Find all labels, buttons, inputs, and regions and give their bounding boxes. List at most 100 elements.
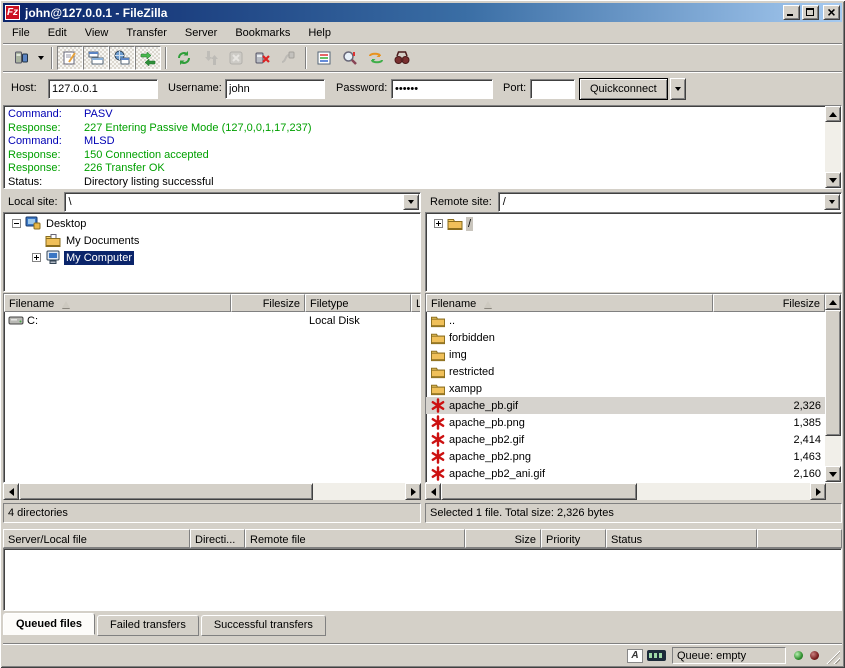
password-input[interactable]	[391, 79, 493, 99]
scroll-up-icon	[829, 300, 837, 305]
reconnect-button[interactable]	[275, 46, 301, 70]
local-site-label: Local site:	[3, 196, 64, 208]
directory-listing-filters-button[interactable]	[311, 46, 337, 70]
collapse-icon[interactable]	[12, 219, 21, 228]
menu-item[interactable]: Bookmarks	[226, 25, 299, 41]
menu-item[interactable]: View	[76, 25, 118, 41]
refresh-button[interactable]	[171, 46, 197, 70]
log-line-text: 226 Transfer OK	[84, 162, 165, 176]
host-input[interactable]	[48, 79, 158, 99]
column-header-filename[interactable]: Filename	[426, 294, 713, 312]
username-input[interactable]	[225, 79, 325, 99]
column-header-status[interactable]: Status	[606, 529, 757, 548]
close-icon	[824, 6, 839, 19]
process-queue-button[interactable]	[197, 46, 223, 70]
local-list-hscrollbar[interactable]	[3, 483, 421, 500]
scroll-left-icon	[9, 488, 14, 496]
site-manager-icon	[13, 50, 30, 66]
sort-ascending-icon	[62, 301, 70, 308]
toggle-remote-tree-button[interactable]	[109, 46, 135, 70]
menu-item[interactable]: Transfer	[117, 25, 176, 41]
remote-file-row[interactable]: apache_pb.png 1,385	[426, 414, 841, 431]
remote-file-row[interactable]: xampp	[426, 380, 841, 397]
scrollbar-thumb[interactable]	[825, 310, 841, 436]
remote-file-row[interactable]: forbidden	[426, 329, 841, 346]
log-scrollbar[interactable]	[825, 106, 841, 188]
cancel-operation-button[interactable]	[223, 46, 249, 70]
remote-file-row[interactable]: ..	[426, 312, 841, 329]
log-line: Response: 227 Entering Passive Mode (127…	[4, 122, 841, 136]
local-site-combo-dropdown[interactable]	[403, 194, 419, 210]
file-name: C:	[27, 315, 38, 327]
queue-tab[interactable]: Queued files	[3, 613, 95, 635]
local-file-row[interactable]: C: Local Disk	[4, 312, 420, 329]
queue-tab[interactable]: Failed transfers	[97, 615, 199, 636]
remote-file-row[interactable]: restricted	[426, 363, 841, 380]
remote-file-row[interactable]: apache_pb2.png 1,463	[426, 448, 841, 465]
disconnect-button[interactable]	[249, 46, 275, 70]
remote-file-row[interactable]: img	[426, 346, 841, 363]
file-name: apache_pb2_ani.gif	[449, 468, 545, 480]
log-line: Response: 226 Transfer OK	[4, 162, 841, 176]
column-header-remote-file[interactable]: Remote file	[245, 529, 465, 548]
remote-site-combo-dropdown[interactable]	[824, 194, 840, 210]
menu-item[interactable]: Server	[176, 25, 226, 41]
log-line: Command: PASV	[4, 108, 841, 122]
toggle-transfer-queue-button[interactable]	[135, 46, 161, 70]
directory-comparison-button[interactable]	[337, 46, 363, 70]
remote-file-row[interactable]: apache_pb2.gif 2,414	[426, 431, 841, 448]
column-header-filetype[interactable]: Filetype	[305, 294, 411, 312]
menu-item[interactable]: Help	[299, 25, 340, 41]
column-header-priority[interactable]: Priority	[541, 529, 606, 548]
close-button[interactable]	[823, 5, 840, 20]
column-header-direction[interactable]: Directi...	[190, 529, 245, 548]
scrollbar-thumb[interactable]	[19, 483, 313, 500]
tree-item-root[interactable]: /	[426, 215, 841, 232]
column-header-filesize[interactable]: Filesize	[713, 294, 825, 312]
remote-list-vscrollbar[interactable]	[825, 294, 841, 482]
process-queue-icon	[202, 50, 218, 66]
minimize-button[interactable]	[783, 5, 800, 20]
menu-item[interactable]: Edit	[39, 25, 76, 41]
transfer-queue-icon	[140, 50, 156, 66]
maximize-button[interactable]	[802, 5, 819, 20]
menu-item[interactable]: File	[3, 25, 39, 41]
tree-item-desktop[interactable]: Desktop	[4, 215, 420, 232]
find-files-button[interactable]	[389, 46, 415, 70]
column-header-filesize[interactable]: Filesize	[231, 294, 305, 312]
toggle-message-log-button[interactable]	[57, 46, 83, 70]
file-size: 2,326	[713, 400, 825, 412]
scroll-down-icon	[829, 178, 837, 183]
remote-file-row[interactable]: apache_pb2_ani.gif 2,160	[426, 465, 841, 482]
image-file-icon	[430, 466, 447, 481]
site-manager-button[interactable]	[8, 46, 34, 70]
local-tree: Desktop My Documents My Computer	[3, 212, 421, 292]
remote-list-status: Selected 1 file. Total size: 2,326 bytes	[425, 503, 842, 523]
column-header-size[interactable]: Size	[465, 529, 541, 548]
log-line-label: Command:	[8, 108, 84, 122]
tree-item-my-documents[interactable]: My Documents	[4, 232, 420, 249]
tree-item-my-computer[interactable]: My Computer	[4, 249, 420, 266]
scrollbar-thumb[interactable]	[441, 483, 637, 500]
toggle-local-tree-button[interactable]	[83, 46, 109, 70]
remote-site-combo[interactable]: /	[498, 192, 842, 212]
column-header-filler	[757, 529, 842, 548]
quickconnect-dropdown-button[interactable]	[670, 78, 686, 100]
remote-file-row[interactable]: apache_pb.gif 2,326	[426, 397, 841, 414]
synchronized-browsing-button[interactable]	[363, 46, 389, 70]
column-header-last-modified[interactable]: L	[411, 294, 421, 312]
expand-icon[interactable]	[32, 253, 41, 262]
folder-icon	[430, 365, 447, 379]
site-manager-dropdown-button[interactable]	[34, 46, 47, 70]
expand-icon[interactable]	[434, 219, 443, 228]
port-input[interactable]	[530, 79, 575, 99]
log-line-text: 150 Connection accepted	[84, 149, 209, 163]
local-site-combo[interactable]: \	[64, 192, 421, 212]
column-header-server-local-file[interactable]: Server/Local file	[3, 529, 190, 548]
column-header-filename[interactable]: Filename	[4, 294, 231, 312]
resize-grip[interactable]	[826, 650, 840, 664]
queue-tab[interactable]: Successful transfers	[201, 615, 326, 636]
remote-file-list: Filename Filesize .. forbidden	[425, 293, 842, 483]
remote-list-hscrollbar[interactable]	[425, 483, 826, 500]
quickconnect-button[interactable]: Quickconnect	[579, 78, 668, 100]
